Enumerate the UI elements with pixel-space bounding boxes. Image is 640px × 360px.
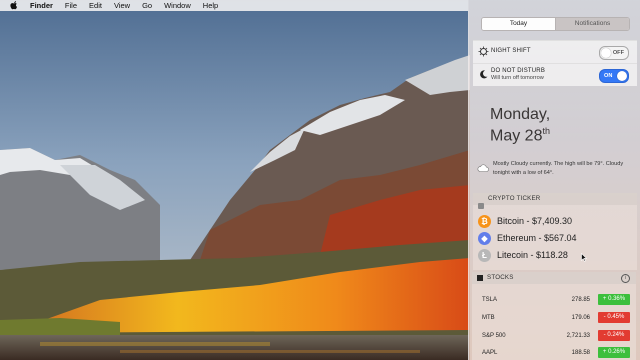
moon-icon xyxy=(478,69,489,80)
crypto-row-ethereum[interactable]: ◆ Ethereum - $567.04 xyxy=(478,231,577,245)
stock-row[interactable]: TSLA 278.85 + 0.36% xyxy=(482,294,630,306)
stock-change-badge[interactable]: - 0.24% xyxy=(598,330,630,341)
night-shift-row: NIGHT SHIFT OFF xyxy=(473,40,637,63)
mouse-cursor-icon xyxy=(581,253,587,262)
stocks-app-icon xyxy=(477,275,483,281)
stock-change-badge[interactable]: + 0.36% xyxy=(598,294,630,305)
night-shift-state: OFF xyxy=(612,50,624,56)
crypto-ticker-title: CRYPTO TICKER xyxy=(488,195,541,202)
stock-change-badge[interactable]: - 0.45% xyxy=(598,312,630,323)
stock-row[interactable]: S&P 500 2,721.33 - 0.24% xyxy=(482,330,630,342)
menu-file[interactable]: File xyxy=(65,0,77,11)
ethereum-price: Ethereum - $567.04 xyxy=(497,233,577,243)
do-not-disturb-toggle[interactable]: ON xyxy=(599,69,629,83)
apple-menu-icon[interactable] xyxy=(10,1,22,10)
stock-price: 278.85 xyxy=(571,297,590,303)
night-shift-toggle[interactable]: OFF xyxy=(599,46,629,60)
crypto-row-bitcoin[interactable]: ₿ Bitcoin - $7,409.30 xyxy=(478,214,572,228)
today-weekday: Monday, xyxy=(490,106,551,123)
info-icon[interactable]: i xyxy=(621,274,630,283)
toggle-knob xyxy=(601,48,611,58)
toggle-knob xyxy=(617,71,627,81)
stock-symbol: TSLA xyxy=(482,297,498,303)
stock-change-badge[interactable]: + 0.26% xyxy=(598,347,630,358)
bitcoin-price: Bitcoin - $7,409.30 xyxy=(497,216,573,226)
menu-view[interactable]: View xyxy=(114,0,130,11)
do-not-disturb-label: DO NOT DISTURB xyxy=(491,68,546,74)
notification-center-tabs: Today Notifications xyxy=(481,17,630,31)
menu-app-name[interactable]: Finder xyxy=(30,0,53,11)
crypto-ticker-header: CRYPTO TICKER xyxy=(473,193,637,209)
litecoin-price: Litecoin - $118.28 xyxy=(497,250,568,260)
menu-edit[interactable]: Edit xyxy=(89,0,102,11)
menu-bar: Finder File Edit View Go Window Help xyxy=(0,0,468,11)
do-not-disturb-state: ON xyxy=(604,73,613,79)
stocks-title: STOCKS xyxy=(487,274,514,281)
stock-row[interactable]: MTB 179.06 - 0.45% xyxy=(482,312,630,324)
night-shift-label: NIGHT SHIFT xyxy=(491,48,531,54)
stock-price: 188.58 xyxy=(571,350,590,356)
night-shift-icon xyxy=(478,46,489,57)
ethereum-icon: ◆ xyxy=(478,231,491,245)
do-not-disturb-row: DO NOT DISTURB Will turn off tomorrow ON xyxy=(473,63,637,86)
stock-price: 2,721.33 xyxy=(566,333,590,339)
stocks-header: STOCKS i xyxy=(472,272,636,284)
weather-text: Mostly Cloudy currently. The high will b… xyxy=(493,161,624,176)
stock-symbol: MTB xyxy=(482,315,495,321)
stock-price: 179.06 xyxy=(571,315,590,321)
stock-row[interactable]: AAPL 188.58 + 0.26% xyxy=(482,347,630,359)
stock-symbol: S&P 500 xyxy=(482,333,506,339)
crypto-row-litecoin[interactable]: Ł Litecoin - $118.28 xyxy=(478,248,568,262)
bitcoin-icon: ₿ xyxy=(478,214,491,228)
cloud-icon xyxy=(477,160,489,172)
menu-help[interactable]: Help xyxy=(203,0,218,11)
today-date-suffix: th xyxy=(542,126,550,136)
litecoin-icon: Ł xyxy=(478,248,491,262)
menu-window[interactable]: Window xyxy=(164,0,191,11)
crypto-ticker-app-icon xyxy=(478,196,484,209)
today-date: May 28th xyxy=(490,126,550,145)
today-date-text: May 28 xyxy=(490,127,543,145)
tab-notifications[interactable]: Notifications xyxy=(555,18,629,30)
do-not-disturb-subtitle: Will turn off tomorrow xyxy=(491,75,544,81)
tab-today[interactable]: Today xyxy=(482,18,555,30)
menu-go[interactable]: Go xyxy=(142,0,152,11)
stock-symbol: AAPL xyxy=(482,350,498,356)
